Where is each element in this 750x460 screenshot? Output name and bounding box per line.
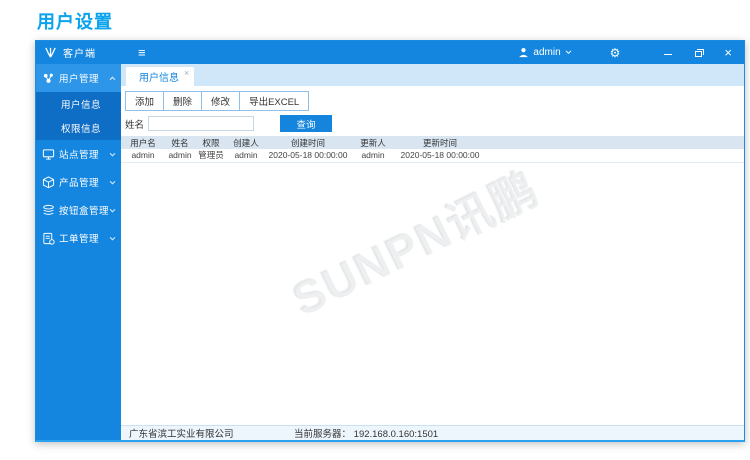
- cell-empty: [485, 149, 744, 163]
- sidebar-submenu-user-management: 用户信息 权限信息: [36, 92, 122, 140]
- app-logo-icon: [44, 46, 57, 59]
- export-excel-button[interactable]: 导出EXCEL: [239, 91, 310, 111]
- sidebar: 用户管理 用户信息 权限信息 站点管理 产品管理 按钮盒管理 工单管理: [36, 64, 122, 440]
- close-button[interactable]: ×: [724, 46, 732, 59]
- user-name: admin: [533, 47, 561, 58]
- cell-name: admin: [165, 149, 196, 163]
- work-order-icon: [41, 232, 56, 245]
- server-address: 192.168.0.160:1501: [353, 429, 439, 440]
- status-bar: 广东省滨工实业有限公司 当前服务器： 192.168.0.160:1501: [121, 425, 744, 440]
- column-header-create-time[interactable]: 创建时间: [265, 136, 352, 149]
- cell-permission: 管理员: [195, 149, 228, 163]
- sidebar-item-site-management[interactable]: 站点管理: [36, 140, 121, 168]
- layers-icon: [41, 204, 56, 217]
- sidebar-subitem-label: 权限信息: [61, 124, 102, 135]
- minimize-button[interactable]: [662, 51, 674, 55]
- tab-bar: 用户信息 ×: [121, 64, 744, 86]
- tab-close-icon[interactable]: ×: [184, 68, 189, 78]
- main-content: 用户信息 × 添加 删除 修改 导出EXCEL 姓名 查询 用户名 姓名 权限 …: [121, 64, 744, 440]
- chevron-down-icon: [109, 236, 116, 241]
- column-header-update-time[interactable]: 更新时间: [395, 136, 486, 149]
- tab-label: 用户信息: [139, 73, 180, 84]
- search-input[interactable]: [148, 116, 255, 131]
- server-label: 当前服务器：: [294, 429, 354, 440]
- cell-create-time: 2020-05-18 00:00:00: [265, 149, 352, 163]
- cube-icon: [41, 175, 56, 189]
- company-name: 广东省滨工实业有限公司: [129, 429, 234, 440]
- delete-button[interactable]: 删除: [163, 91, 203, 111]
- cell-username: admin: [121, 149, 166, 163]
- search-row: 姓名 查询: [121, 111, 744, 136]
- sidebar-subitem-user-info[interactable]: 用户信息: [36, 92, 121, 116]
- sidebar-item-label: 按钮盒管理: [59, 206, 110, 217]
- column-header-permission[interactable]: 权限: [195, 136, 228, 149]
- chevron-up-icon: [109, 76, 116, 81]
- sidebar-item-workorder-management[interactable]: 工单管理: [36, 224, 121, 252]
- column-header-creator[interactable]: 创建人: [227, 136, 266, 149]
- tab-user-info[interactable]: 用户信息 ×: [126, 67, 195, 86]
- table-row[interactable]: admin admin 管理员 admin 2020-05-18 00:00:0…: [121, 149, 744, 163]
- sidebar-item-product-management[interactable]: 产品管理: [36, 168, 121, 196]
- column-header-username[interactable]: 用户名: [121, 136, 166, 149]
- cell-updater: admin: [351, 149, 396, 163]
- users-group-icon: [41, 72, 56, 85]
- toolbar: 添加 删除 修改 导出EXCEL: [121, 86, 744, 111]
- query-button[interactable]: 查询: [280, 115, 333, 132]
- sidebar-item-label: 用户管理: [59, 74, 100, 85]
- app-title: 客户端: [63, 49, 96, 60]
- column-header-updater[interactable]: 更新人: [351, 136, 396, 149]
- current-server: 当前服务器： 192.168.0.160:1501: [294, 426, 438, 440]
- sidebar-subitem-label: 用户信息: [61, 100, 102, 111]
- page-title: 用户设置: [37, 12, 113, 32]
- user-menu[interactable]: admin: [518, 47, 571, 58]
- sidebar-item-label: 产品管理: [59, 178, 100, 189]
- sidebar-item-label: 站点管理: [59, 150, 100, 161]
- chevron-down-icon: [109, 208, 116, 213]
- add-button[interactable]: 添加: [125, 91, 165, 111]
- sidebar-item-buttonbox-management[interactable]: 按钮盒管理: [36, 196, 121, 224]
- search-label: 姓名: [125, 119, 145, 131]
- sidebar-subitem-permission-info[interactable]: 权限信息: [36, 116, 121, 140]
- monitor-icon: [41, 148, 56, 161]
- chevron-down-icon: [565, 50, 572, 55]
- settings-gear-icon[interactable]: ⚙: [610, 47, 621, 59]
- column-header-name[interactable]: 姓名: [165, 136, 196, 149]
- user-table: 用户名 姓名 权限 创建人 创建时间 更新人 更新时间 admin admin: [121, 136, 744, 163]
- titlebar: 客户端 ≡ admin ⚙ ×: [36, 41, 744, 64]
- cell-creator: admin: [227, 149, 266, 163]
- sidebar-item-label: 工单管理: [59, 234, 100, 245]
- sidebar-item-user-management[interactable]: 用户管理: [36, 64, 122, 92]
- modify-button[interactable]: 修改: [201, 91, 241, 111]
- column-header-empty: [485, 136, 744, 149]
- person-icon: [518, 47, 529, 58]
- chevron-down-icon: [109, 180, 116, 185]
- watermark: SUNPN讯鹏: [284, 162, 548, 326]
- chevron-down-icon: [109, 152, 116, 157]
- content-empty-area: SUNPN讯鹏: [121, 163, 744, 426]
- hamburger-menu-icon[interactable]: ≡: [138, 46, 146, 59]
- cell-update-time: 2020-05-18 00:00:00: [395, 149, 486, 163]
- table-header-row: 用户名 姓名 权限 创建人 创建时间 更新人 更新时间: [121, 136, 744, 149]
- client-window: 客户端 ≡ admin ⚙ × 用户管理 用户信息 权限信息 站点管理 产品管理…: [35, 40, 745, 442]
- restore-button[interactable]: [694, 47, 706, 59]
